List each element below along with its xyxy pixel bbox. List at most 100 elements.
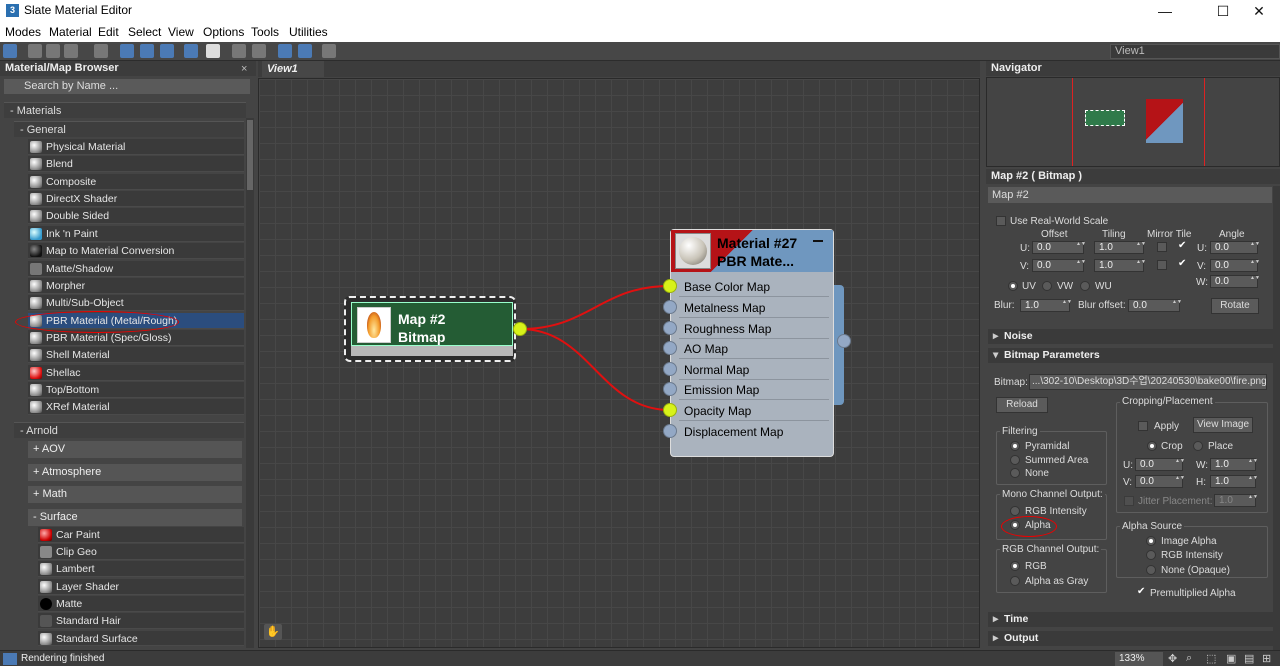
none-opaque-label: None (Opaque) [1161, 565, 1230, 576]
material-node[interactable]: Material #27 PBR Mate... Base Color Map M… [670, 229, 834, 457]
place-radio[interactable] [1193, 441, 1203, 451]
pan-icon[interactable]: ✥ [1168, 652, 1177, 665]
wire-opacity [519, 328, 671, 411]
blur-spinner[interactable]: 1.0 [1020, 299, 1070, 312]
cropping-title: Cropping/Placement [1120, 396, 1215, 407]
mono-output-title: Mono Channel Output: [1000, 489, 1105, 500]
zoom-dropdown[interactable]: 133% [1115, 652, 1163, 666]
crop-label: Crop [1161, 441, 1183, 452]
u-tiling-spinner[interactable]: 1.0 [1094, 241, 1144, 254]
view-image-button[interactable]: View Image [1193, 417, 1253, 433]
zoom-icon[interactable]: ⌕ [1186, 652, 1192, 665]
port-normal[interactable] [663, 362, 677, 376]
material-output-port[interactable] [837, 334, 851, 348]
navigator-title: Navigator [986, 61, 1280, 76]
u-angle-spinner[interactable]: 0.0 [1210, 241, 1258, 254]
bitmap-node-title: Map #2 Bitmap [398, 310, 445, 346]
u-offset-spinner[interactable]: 0.0 [1032, 241, 1084, 254]
collapse-icon[interactable] [813, 240, 823, 242]
bitmap-parameters-rollout[interactable]: Bitmap Parameters [988, 348, 1276, 363]
zoom-region-icon[interactable]: ⬚ [1206, 652, 1216, 665]
u-label: U: [1020, 243, 1030, 254]
bitmap-path-label: Bitmap: [994, 377, 1028, 388]
vw-radio[interactable] [1042, 281, 1052, 291]
time-rollout[interactable]: Time [988, 612, 1276, 627]
v-angle-spinner[interactable]: 0.0 [1210, 259, 1258, 272]
v-tiling-spinner[interactable]: 1.0 [1094, 259, 1144, 272]
rgb-intensity-alpha-radio[interactable] [1146, 550, 1156, 560]
rotate-button[interactable]: Rotate [1211, 298, 1259, 314]
material-node-line1: Material #27 [717, 235, 798, 251]
place-label: Place [1208, 441, 1234, 452]
wu-radio[interactable] [1080, 281, 1090, 291]
pan-hand-icon[interactable]: ✋ [264, 624, 282, 640]
apply-checkbox[interactable] [1138, 421, 1148, 431]
slot-displacement: Displacement Map [684, 425, 784, 439]
nav-frame-right [1204, 78, 1205, 166]
u-tile-check-icon[interactable]: ✔ [1178, 240, 1186, 251]
crop-v-spinner[interactable]: 0.0 [1135, 475, 1183, 488]
port-displacement[interactable] [663, 424, 677, 438]
image-alpha-label: Image Alpha [1161, 536, 1217, 547]
rgb-intensity-radio[interactable] [1010, 506, 1020, 516]
port-roughness[interactable] [663, 321, 677, 335]
material-preview-sphere [675, 233, 711, 269]
bitmap-path-button[interactable]: ...\302-10\Desktop\3D수업\20240530\bake00\… [1029, 374, 1267, 390]
material-node-line2: PBR Mate... [717, 253, 795, 269]
v-mirror-checkbox[interactable] [1157, 260, 1167, 270]
maximize-view-icon[interactable]: ⊞ [1262, 652, 1271, 665]
vw-label: VW [1057, 281, 1074, 292]
jitter-spinner[interactable]: 1.0 [1214, 494, 1256, 507]
v-offset-spinner[interactable]: 0.0 [1032, 259, 1084, 272]
slot-normal: Normal Map [679, 360, 829, 380]
zoom-selected-icon[interactable]: ▤ [1244, 652, 1254, 665]
none-filter-radio[interactable] [1010, 468, 1020, 478]
blur-label: Blur: [994, 300, 1015, 311]
rgb-label: RGB [1025, 561, 1047, 572]
pyramidal-radio[interactable] [1010, 441, 1020, 451]
zoom-extents-icon[interactable]: ▣ [1226, 652, 1236, 665]
crop-radio[interactable] [1147, 441, 1157, 451]
port-ao[interactable] [663, 341, 677, 355]
bitmap-node[interactable]: Map #2 Bitmap [344, 296, 516, 362]
rgb-output-title: RGB Channel Output: [1000, 544, 1102, 555]
crop-u-spinner[interactable]: 0.0 [1135, 458, 1183, 471]
reload-button[interactable]: Reload [996, 397, 1048, 413]
noise-rollout[interactable]: Noise [988, 329, 1276, 344]
u-mirror-checkbox[interactable] [1157, 242, 1167, 252]
uv-label: UV [1022, 281, 1036, 292]
w-angle-spinner[interactable]: 0.0 [1210, 275, 1258, 288]
port-metalness[interactable] [663, 300, 677, 314]
map-name-field[interactable]: Map #2 [988, 187, 1272, 203]
v-angle-label: V: [1197, 261, 1207, 272]
rgb-intensity-alpha-label: RGB Intensity [1161, 550, 1223, 561]
status-bar: Rendering finished 133% ✥ ⌕ ⬚ ▣ ▤ ⊞ [0, 650, 1280, 666]
bitmap-node-header: Map #2 Bitmap [351, 302, 513, 346]
params-scrollbar[interactable] [1273, 186, 1280, 650]
mirror-tile-header: Mirror Tile [1147, 229, 1192, 240]
v-tile-check-icon[interactable]: ✔ [1178, 258, 1186, 269]
slot-ao: AO Map [679, 339, 829, 359]
image-alpha-radio[interactable] [1146, 536, 1156, 546]
alpha-as-gray-radio[interactable] [1010, 576, 1020, 586]
output-rollout[interactable]: Output [988, 631, 1276, 646]
port-opacity[interactable] [663, 403, 677, 417]
port-base-color[interactable] [663, 279, 677, 293]
jitter-checkbox[interactable] [1124, 496, 1134, 506]
blur-offset-label: Blur offset: [1078, 300, 1126, 311]
rgb-radio[interactable] [1010, 561, 1020, 571]
crop-w-spinner[interactable]: 1.0 [1210, 458, 1256, 471]
port-emission[interactable] [663, 382, 677, 396]
bitmap-output-port[interactable] [513, 322, 527, 336]
navigator-view[interactable] [986, 77, 1280, 167]
none-opaque-radio[interactable] [1146, 565, 1156, 575]
nav-frame-left [1072, 78, 1073, 166]
summed-area-radio[interactable] [1010, 455, 1020, 465]
w-angle-label: W: [1196, 277, 1209, 288]
uv-radio[interactable] [1008, 281, 1018, 291]
slot-opacity: Opacity Map [679, 401, 829, 421]
use-real-world-checkbox[interactable] [996, 216, 1006, 226]
crop-h-spinner[interactable]: 1.0 [1210, 475, 1256, 488]
premultiplied-check-icon[interactable]: ✔ [1137, 586, 1145, 597]
blur-offset-spinner[interactable]: 0.0 [1128, 299, 1180, 312]
